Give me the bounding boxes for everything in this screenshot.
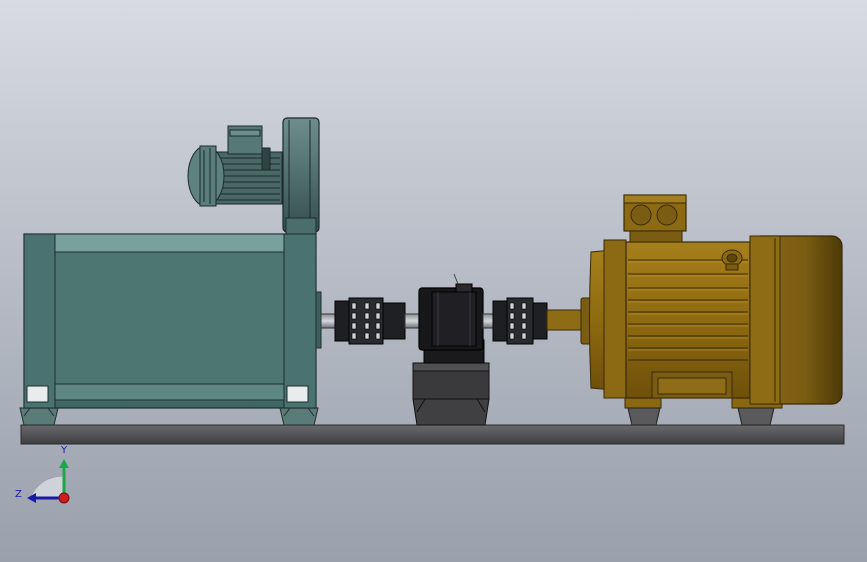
dc-motor[interactable] bbox=[19, 233, 322, 426]
right-coupling[interactable] bbox=[482, 297, 548, 345]
left-shaft bbox=[320, 313, 336, 329]
ac-motor-foot-left bbox=[624, 397, 662, 426]
cad-viewport[interactable]: Y Z bbox=[0, 0, 867, 562]
dc-motor-post-right bbox=[283, 233, 317, 409]
x-axis-dot bbox=[58, 492, 70, 504]
blower-motor[interactable] bbox=[187, 117, 320, 235]
orientation-triad: Y Z bbox=[15, 445, 70, 504]
blower-fan-housing bbox=[282, 117, 320, 233]
left-coupling[interactable] bbox=[334, 297, 422, 345]
dc-motor-foot-right bbox=[279, 407, 319, 426]
assembly-scene[interactable]: Y Z bbox=[0, 0, 867, 562]
dc-motor-end-flange bbox=[315, 291, 322, 349]
base-plate[interactable] bbox=[20, 424, 845, 445]
ac-motor-shaft bbox=[546, 309, 582, 331]
torque-sensor-stand-foot bbox=[412, 398, 490, 426]
y-axis-label: Y bbox=[60, 445, 68, 456]
dc-motor-post-left bbox=[23, 233, 56, 409]
torque-sensor[interactable] bbox=[412, 273, 490, 426]
ac-motor[interactable] bbox=[580, 194, 843, 426]
dc-motor-foot-left bbox=[19, 407, 59, 426]
z-axis-label: Z bbox=[15, 489, 22, 500]
ac-motor-terminal-box bbox=[623, 194, 687, 243]
